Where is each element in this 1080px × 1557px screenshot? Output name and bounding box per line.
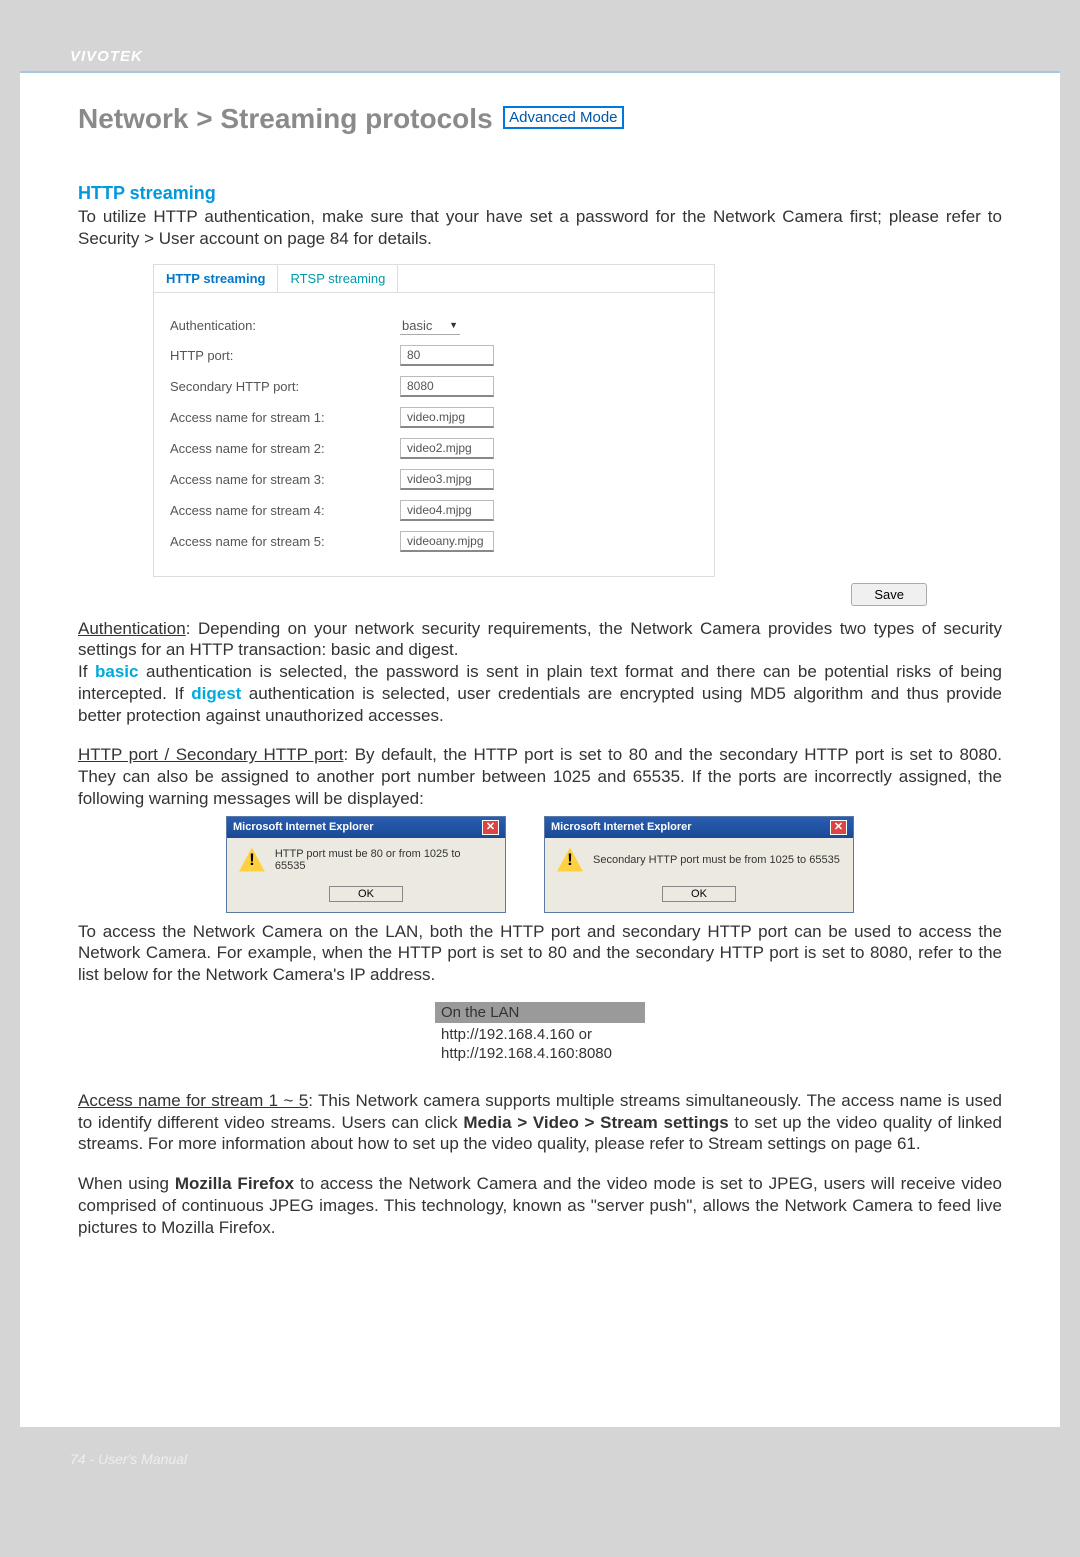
stream3-name-input[interactable]: video3.mjpg bbox=[400, 469, 494, 490]
stream2-name-input[interactable]: video2.mjpg bbox=[400, 438, 494, 459]
row-label: Access name for stream 4: bbox=[170, 503, 400, 518]
panel-tabs: HTTP streaming RTSP streaming bbox=[154, 265, 714, 293]
ok-button[interactable]: OK bbox=[662, 886, 736, 902]
lan-line: http://192.168.4.160 or bbox=[441, 1025, 639, 1045]
auth-paragraph: Authentication: Depending on your networ… bbox=[78, 618, 1002, 727]
authentication-select[interactable]: basic ▼ bbox=[400, 317, 460, 335]
close-icon[interactable]: ✕ bbox=[830, 820, 847, 835]
panel-body: Authentication: basic ▼ HTTP port: 80 Se… bbox=[154, 293, 714, 576]
dialog-title: Microsoft Internet Explorer bbox=[551, 821, 692, 833]
stream1-name-input[interactable]: video.mjpg bbox=[400, 407, 494, 428]
access-paragraph: Access name for stream 1 ~ 5: This Netwo… bbox=[78, 1090, 1002, 1155]
mode-badge: Advanced Mode bbox=[503, 106, 623, 129]
stream4-name-input[interactable]: video4.mjpg bbox=[400, 500, 494, 521]
dialog-message: Secondary HTTP port must be from 1025 to… bbox=[593, 854, 840, 866]
lan-paragraph: To access the Network Camera on the LAN,… bbox=[78, 921, 1002, 986]
warning-dialog-2: Microsoft Internet Explorer ✕ ! Secondar… bbox=[544, 816, 854, 913]
intro-text: To utilize HTTP authentication, make sur… bbox=[78, 206, 1002, 250]
chevron-down-icon: ▼ bbox=[449, 320, 458, 330]
tab-http-streaming[interactable]: HTTP streaming bbox=[154, 265, 278, 292]
divider bbox=[20, 71, 1060, 73]
port-paragraph: HTTP port / Secondary HTTP port: By defa… bbox=[78, 744, 1002, 809]
page-footer: 74 - User's Manual bbox=[70, 1449, 187, 1469]
row-label: Access name for stream 3: bbox=[170, 472, 400, 487]
row-label: HTTP port: bbox=[170, 348, 400, 363]
settings-panel: HTTP streaming RTSP streaming Authentica… bbox=[153, 264, 715, 577]
page-title: Network > Streaming protocols bbox=[78, 103, 493, 135]
dialog-title: Microsoft Internet Explorer bbox=[233, 821, 374, 833]
row-label: Access name for stream 5: bbox=[170, 534, 400, 549]
save-button[interactable]: Save bbox=[851, 583, 927, 606]
dialog-message: HTTP port must be 80 or from 1025 to 655… bbox=[275, 848, 493, 872]
row-label: Secondary HTTP port: bbox=[170, 379, 400, 394]
select-value: basic bbox=[402, 318, 432, 333]
row-label: Access name for stream 1: bbox=[170, 410, 400, 425]
secondary-http-port-input[interactable]: 8080 bbox=[400, 376, 494, 397]
row-label: Authentication: bbox=[170, 318, 400, 333]
http-port-input[interactable]: 80 bbox=[400, 345, 494, 366]
tab-rtsp-streaming[interactable]: RTSP streaming bbox=[278, 265, 398, 292]
lan-header: On the LAN bbox=[435, 1002, 645, 1023]
lan-box: On the LAN http://192.168.4.160 or http:… bbox=[435, 1002, 645, 1066]
stream5-name-input[interactable]: videoany.mjpg bbox=[400, 531, 494, 552]
close-icon[interactable]: ✕ bbox=[482, 820, 499, 835]
ok-button[interactable]: OK bbox=[329, 886, 403, 902]
lan-line: http://192.168.4.160:8080 bbox=[441, 1044, 639, 1064]
warning-icon: ! bbox=[557, 848, 583, 872]
warning-dialog-1: Microsoft Internet Explorer ✕ ! HTTP por… bbox=[226, 816, 506, 913]
warning-icon: ! bbox=[239, 848, 265, 872]
firefox-paragraph: When using Mozilla Firefox to access the… bbox=[78, 1173, 1002, 1238]
row-label: Access name for stream 2: bbox=[170, 441, 400, 456]
brand-header: VIVOTEK bbox=[20, 30, 1060, 71]
section-title-http-streaming: HTTP streaming bbox=[78, 183, 1002, 204]
